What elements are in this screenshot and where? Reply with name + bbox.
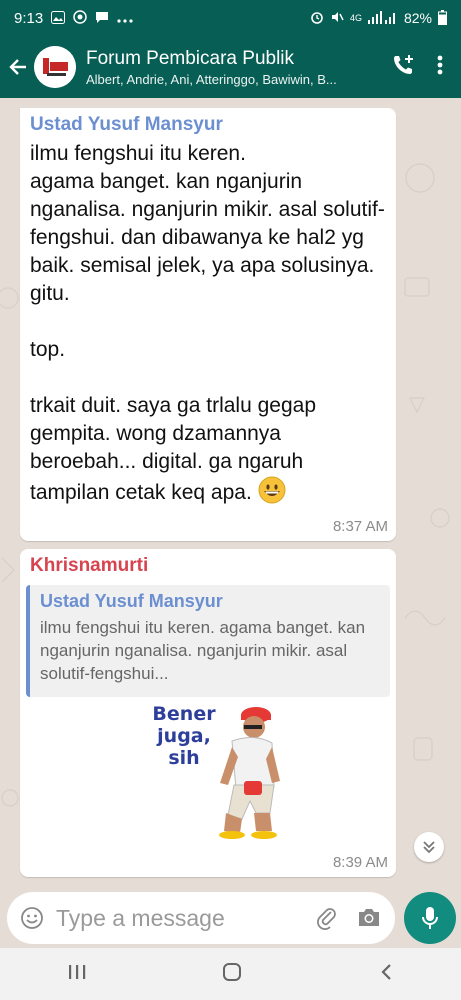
group-title: Forum Pembicara Publik: [86, 47, 295, 69]
message-sender[interactable]: Ustad Yusuf Mansyur: [20, 108, 396, 136]
quoted-message[interactable]: Ustad Yusuf Mansyur ilmu fengshui itu ke…: [26, 585, 390, 697]
message-text: ilmu fengshui itu keren. agama banget. k…: [20, 136, 396, 507]
camera-icon[interactable]: [357, 906, 381, 928]
emoji-icon[interactable]: [20, 906, 44, 930]
group-avatar[interactable]: [34, 46, 76, 88]
message-time: 8:39 AM: [332, 854, 388, 871]
sticker[interactable]: Bener juga, sih: [146, 701, 286, 851]
message-bubble[interactable]: Ustad Yusuf Mansyur ilmu fengshui itu ke…: [20, 108, 396, 541]
quoted-text: ilmu fengshui itu keren. agama banget. k…: [40, 618, 366, 683]
battery-icon: [438, 9, 447, 27]
system-nav-bar: [0, 948, 461, 1000]
mute-icon: [330, 10, 344, 26]
grinning-emoji-icon: [258, 476, 286, 504]
message-icon: [95, 11, 109, 26]
battery-percent: 82%: [403, 10, 432, 26]
quoted-sender: Ustad Yusuf Mansyur: [40, 591, 223, 611]
chat-header: Forum Pembicara Publik Albert, Andrie, A…: [0, 36, 461, 98]
back-arrow-icon: [9, 59, 26, 75]
message-placeholder: Type a message: [56, 904, 225, 931]
status-bar: 9:13 4G 82%: [0, 0, 461, 36]
message-bubble[interactable]: Khrisnamurti Ustad Yusuf Mansyur ilmu fe…: [20, 549, 396, 877]
gallery-icon: [51, 10, 66, 26]
alarm-icon: [310, 10, 324, 26]
home-icon[interactable]: [222, 962, 242, 987]
group-members: Albert, Andrie, Ani, Atteringgo, Bawiwin…: [86, 71, 337, 87]
message-time: 8:37 AM: [332, 518, 388, 535]
sync-icon: [73, 10, 87, 26]
sticker-person-image: [219, 707, 280, 839]
group-info[interactable]: Forum Pembicara Publik Albert, Andrie, A…: [86, 48, 376, 87]
recent-apps-icon[interactable]: [68, 964, 86, 985]
back-nav-icon[interactable]: [379, 963, 393, 986]
status-time: 9:13: [14, 9, 44, 27]
more-notifications-icon: [117, 12, 133, 25]
attach-icon[interactable]: [315, 906, 339, 930]
voice-message-button[interactable]: [404, 892, 456, 944]
compose-bar: Type a message: [0, 890, 461, 948]
add-call-icon[interactable]: [391, 53, 415, 82]
network-label: 4G: [349, 12, 362, 23]
chat-area[interactable]: Ustad Yusuf Mansyur ilmu fengshui itu ke…: [0, 98, 461, 890]
microphone-icon: [422, 907, 438, 929]
message-sender[interactable]: Khrisnamurti: [20, 549, 396, 577]
back-button[interactable]: [2, 47, 34, 87]
signal-icon: [367, 10, 398, 26]
more-options-icon[interactable]: [437, 55, 443, 80]
scroll-to-bottom-button[interactable]: [414, 832, 444, 862]
message-body: ilmu fengshui itu keren. agama banget. k…: [30, 142, 385, 504]
message-input[interactable]: Type a message: [7, 892, 395, 944]
double-chevron-down-icon: [423, 841, 435, 854]
